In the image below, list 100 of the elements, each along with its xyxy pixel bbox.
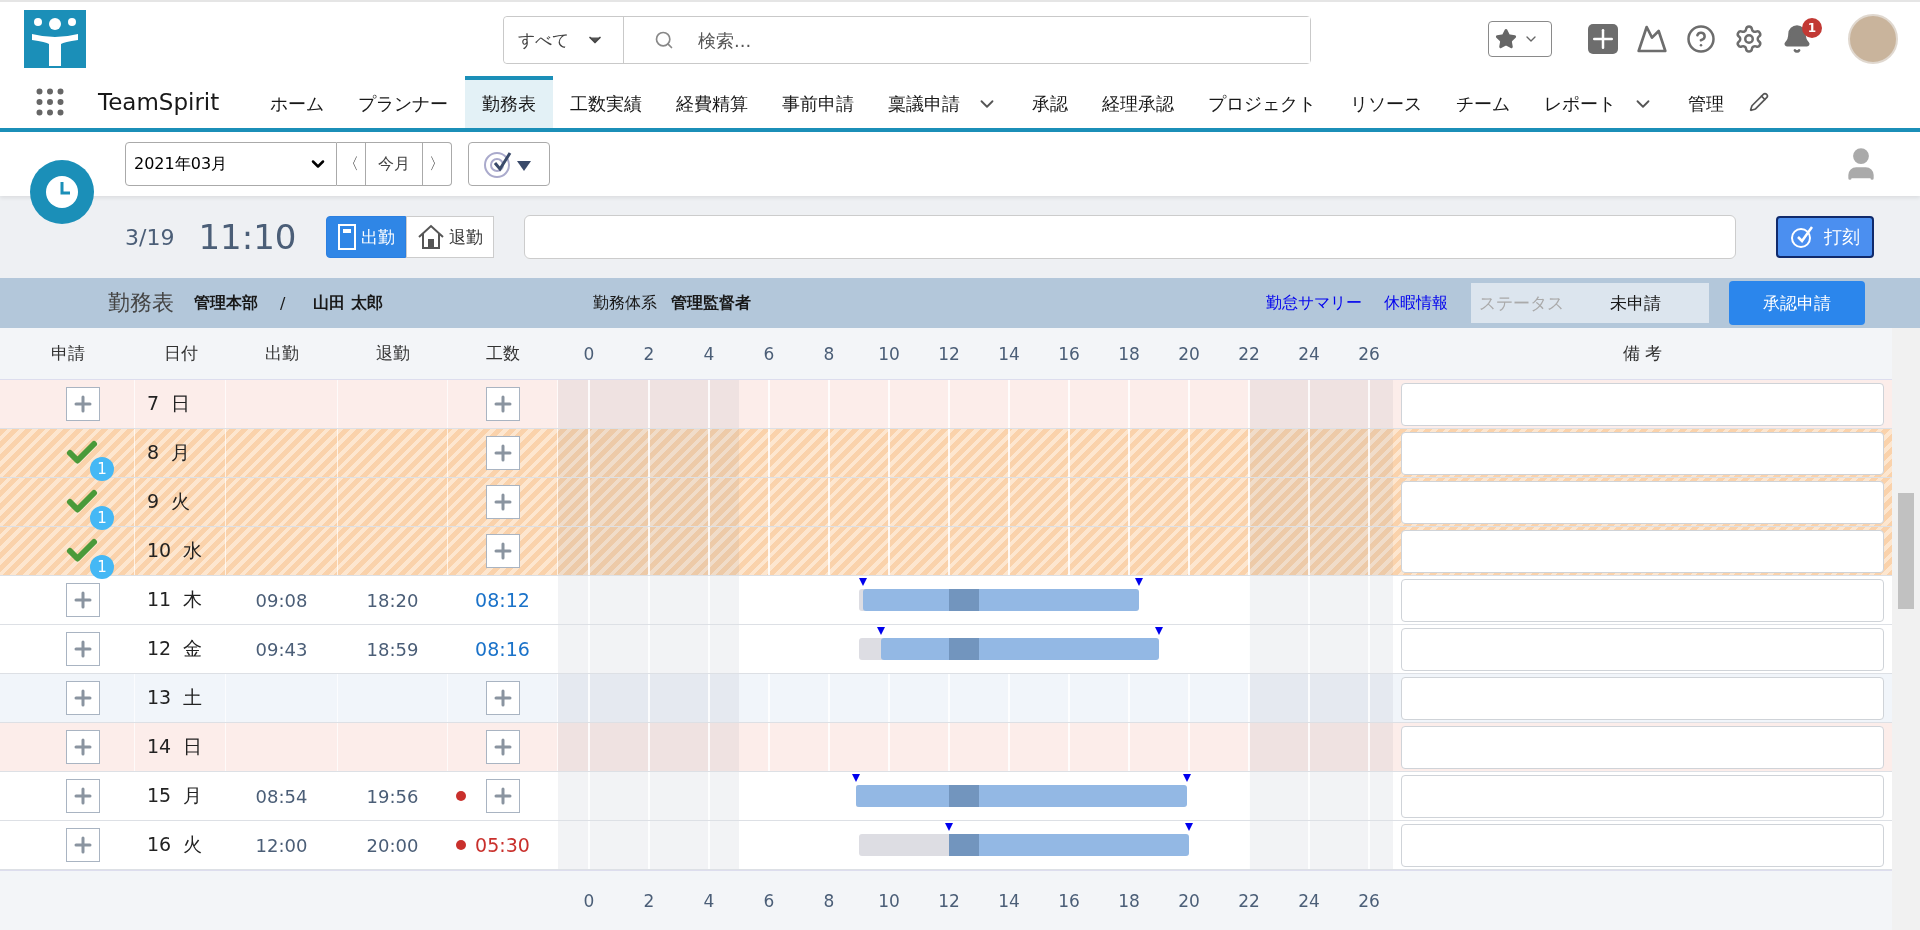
clock-out-button[interactable]: 退勤	[406, 216, 495, 258]
axis-label: 18	[1118, 890, 1140, 911]
settings-icon[interactable]	[1734, 24, 1764, 54]
user-avatar[interactable]	[1848, 14, 1898, 64]
nav-tab[interactable]: リソース	[1333, 76, 1440, 128]
axis-label: 10	[878, 890, 900, 911]
nav-tab[interactable]: 承認	[1015, 76, 1086, 128]
previous-month-button[interactable]: 〈	[337, 142, 366, 186]
axis-label: 20	[1178, 343, 1200, 364]
column-header: 退勤	[375, 342, 411, 365]
logo[interactable]	[24, 10, 86, 68]
axis-label: 18	[1118, 343, 1140, 364]
link[interactable]: 勤怠サマリー	[1266, 292, 1362, 314]
nav-tab[interactable]: 経費精算	[659, 76, 766, 128]
remarks-field[interactable]	[1401, 774, 1884, 818]
axis-label: 4	[703, 343, 715, 364]
column-header: 出勤	[264, 342, 300, 365]
axis-label: 12	[938, 890, 960, 911]
search-field[interactable]: すべて 検索...	[503, 16, 1311, 64]
mountain-icon[interactable]	[1636, 23, 1668, 55]
count-badge: 1	[90, 506, 114, 530]
date-cell-text: 10 水	[147, 538, 203, 563]
clock-in-button[interactable]: 出勤	[326, 216, 407, 258]
edit-icon[interactable]	[1749, 92, 1770, 112]
favorites-button[interactable]	[1488, 21, 1552, 57]
axis-label: 24	[1298, 890, 1320, 911]
axis-label: 16	[1058, 890, 1080, 911]
status-label: ステータス	[1479, 291, 1564, 315]
nav-tab[interactable]: 管理	[1671, 76, 1742, 128]
remarks-field[interactable]	[1401, 725, 1884, 769]
current-date: 3/19	[125, 224, 175, 250]
nav-tab[interactable]: プランナー	[341, 76, 466, 128]
remarks-field[interactable]	[1401, 823, 1884, 867]
column-header: 工数	[485, 342, 521, 365]
clock-in-time: 12:00	[255, 834, 308, 856]
nav-tab[interactable]: 稟議申請	[871, 76, 1016, 128]
nav-tab[interactable]: 工数実績	[553, 76, 660, 128]
clock-out-time: 18:20	[366, 589, 419, 611]
comment-field[interactable]	[524, 215, 1737, 259]
nav-tab[interactable]: プロジェクト	[1191, 76, 1334, 128]
clock-in-time: 08:54	[255, 785, 308, 807]
star-icon[interactable]	[1495, 28, 1517, 50]
date-cell-text: 11 木	[147, 587, 203, 612]
month-select[interactable]: 2021年03月	[125, 142, 337, 186]
add-icon[interactable]	[1588, 24, 1618, 54]
axis-label: 16	[1058, 343, 1080, 364]
this-month-button[interactable]: 今月	[366, 142, 423, 186]
count-badge: 1	[90, 555, 114, 579]
column-header: 備 考	[1621, 342, 1664, 365]
scrollbar[interactable]	[1892, 328, 1920, 930]
axis-label: 12	[938, 343, 960, 364]
remarks-field[interactable]	[1401, 382, 1884, 426]
house-icon[interactable]	[417, 224, 446, 250]
clock-out-time: 18:59	[366, 638, 419, 660]
axis-label: 24	[1298, 343, 1320, 364]
axis-label: 22	[1238, 890, 1260, 911]
date-cell-text: 16 火	[147, 832, 203, 857]
clock-in-time: 09:08	[255, 589, 308, 611]
axis-label: 4	[703, 890, 715, 911]
separator: /	[280, 293, 286, 313]
nav-tab[interactable]: レポート	[1527, 76, 1672, 128]
next-month-button[interactable]: 〉	[423, 142, 452, 186]
remarks-field[interactable]	[1401, 431, 1884, 475]
nav-tab[interactable]: 勤務表	[465, 76, 554, 128]
axis-label: 0	[583, 343, 595, 364]
work-hours[interactable]: 05:30	[475, 834, 530, 856]
help-icon[interactable]	[1686, 24, 1716, 54]
notification-badge: 1	[1802, 18, 1822, 38]
submit-button[interactable]: 承認申請	[1729, 281, 1865, 325]
link[interactable]: 休暇情報	[1384, 292, 1448, 314]
scope-dropdown[interactable]: すべて	[504, 17, 624, 63]
nav-tab[interactable]: ホーム	[253, 76, 342, 128]
nav-tab[interactable]: チーム	[1439, 76, 1528, 128]
work-hours[interactable]: 08:16	[475, 638, 530, 660]
remarks-field[interactable]	[1401, 676, 1884, 720]
remarks-field[interactable]	[1401, 627, 1884, 671]
nav-tab[interactable]: 事前申請	[765, 76, 872, 128]
work-hours[interactable]: 08:12	[475, 589, 530, 611]
nav-tab[interactable]: 経理承認	[1085, 76, 1192, 128]
date-cell-text: 13 土	[147, 685, 203, 710]
axis-label: 0	[583, 890, 595, 911]
status-value: 未申請	[1610, 291, 1661, 315]
clock-out-time: 19:56	[366, 785, 419, 807]
axis-label: 20	[1178, 890, 1200, 911]
work-system: 管理監督者	[670, 292, 751, 314]
remarks-field[interactable]	[1401, 529, 1884, 573]
axis-label: 22	[1238, 343, 1260, 364]
current-time: 11:10	[198, 217, 297, 257]
axis-label: 6	[763, 343, 775, 364]
axis-label: 2	[643, 890, 655, 911]
system-label: 勤務体系	[592, 292, 657, 314]
axis-label: 14	[998, 890, 1020, 911]
options-button[interactable]	[468, 142, 550, 186]
remarks-field[interactable]	[1401, 480, 1884, 524]
remarks-field[interactable]	[1401, 578, 1884, 622]
date-cell-text: 15 月	[147, 783, 203, 808]
department: 管理本部	[194, 292, 258, 314]
warning-dot	[456, 840, 466, 850]
axis-label: 2	[643, 343, 655, 364]
document-icon[interactable]	[337, 224, 358, 250]
